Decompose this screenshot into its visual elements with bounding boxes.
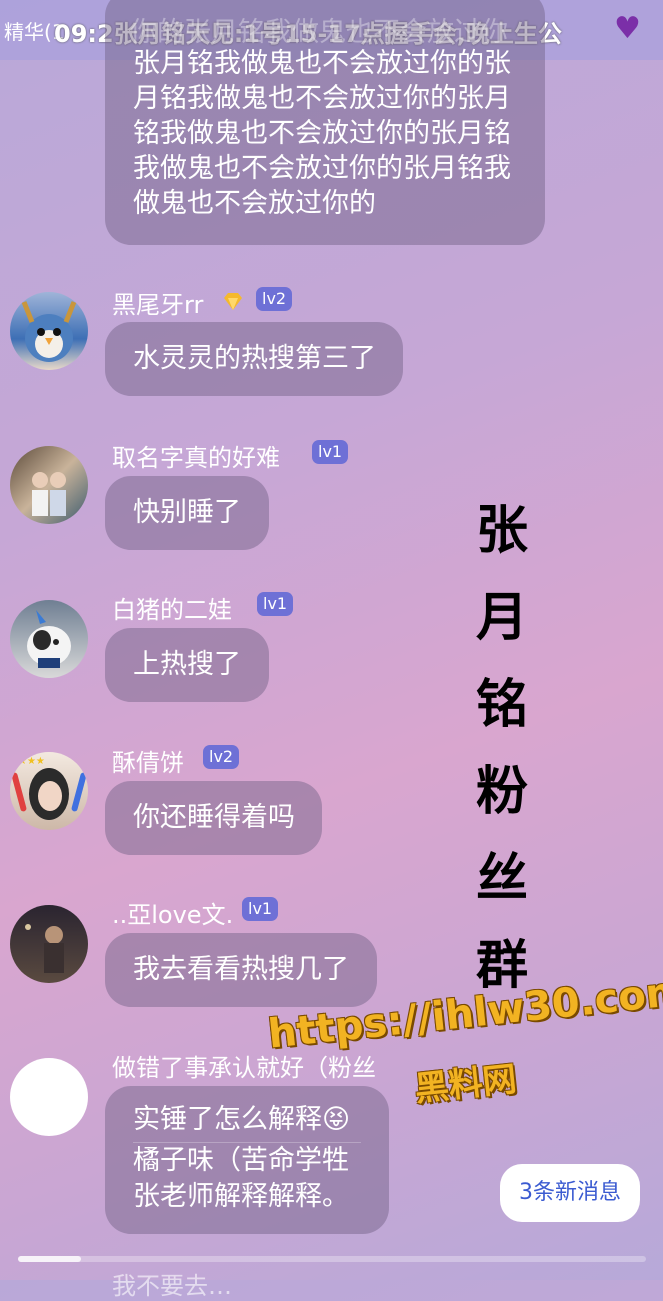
sender-name: 我不要去… bbox=[112, 1272, 232, 1300]
message-text: 快别睡了 bbox=[133, 497, 241, 528]
message-bubble[interactable]: 快别睡了 bbox=[105, 476, 269, 550]
watermark-char: 月 bbox=[475, 588, 528, 648]
avatar[interactable] bbox=[10, 446, 88, 524]
message-text: 水灵灵的热搜第三了 bbox=[133, 343, 376, 374]
vertical-watermark: 张 月 铭 粉 丝 群 bbox=[472, 488, 532, 1010]
message-bubble[interactable]: 你还睡得着吗 bbox=[105, 781, 322, 855]
quoted-text: 橘子味（苦命学牲 bbox=[133, 1142, 361, 1179]
message-line: 月铭我做鬼也不会放过你的张月 bbox=[133, 83, 511, 114]
penguin-avatar-icon bbox=[21, 301, 77, 362]
message-text: 实锤了怎么解释😝 bbox=[133, 1104, 351, 1135]
avatar[interactable] bbox=[10, 292, 88, 370]
level-badge: lv1 bbox=[242, 897, 279, 921]
message-text: 上热搜了 bbox=[133, 649, 241, 680]
watermark-char: 粉 bbox=[475, 762, 528, 822]
message-line: 做鬼也不会放过你的 bbox=[133, 188, 376, 219]
message-bubble[interactable]: 实锤了怎么解释😝 橘子味（苦命学牲 张老师解释解释。 bbox=[105, 1086, 389, 1234]
sender-name[interactable]: 做错了事承认就好（粉丝 bbox=[112, 1048, 376, 1083]
svg-text:★★★: ★★★ bbox=[18, 756, 45, 767]
level-badge: lv2 bbox=[256, 287, 293, 311]
message-line: 张月铭我做鬼也不会放过你的张 bbox=[133, 48, 511, 79]
message-bubble[interactable]: 水灵灵的热搜第三了 bbox=[105, 322, 403, 396]
sender-name[interactable]: ..亞love文. bbox=[112, 895, 233, 930]
diamond-icon bbox=[224, 293, 242, 310]
watermark-char: 丝 bbox=[475, 849, 528, 909]
message-line: 我做鬼也不会放过你的张月铭我 bbox=[133, 153, 511, 184]
avatar[interactable] bbox=[10, 905, 88, 983]
avatar[interactable] bbox=[10, 600, 88, 678]
message-text: 我去看看热搜几了 bbox=[133, 954, 349, 985]
watermark-char: 张 bbox=[475, 501, 528, 561]
sender-name[interactable]: 酥倩饼 bbox=[112, 743, 184, 778]
message-text: 你还睡得着吗 bbox=[133, 802, 295, 833]
avatar[interactable]: ★★★ bbox=[10, 752, 88, 830]
quoted-text: 张老师解释解释。 bbox=[133, 1181, 349, 1212]
level-badge: lv1 bbox=[312, 440, 349, 464]
new-messages-button[interactable]: 3条新消息 bbox=[500, 1164, 640, 1222]
site-watermark: 黑料网 bbox=[412, 1059, 519, 1110]
purple-heart-icon: ♥ bbox=[614, 11, 641, 46]
message-bubble[interactable]: 我去看看热搜几了 bbox=[105, 933, 377, 1007]
message-line: 铭我做鬼也不会放过你的张月铭 bbox=[133, 118, 511, 149]
avatar[interactable] bbox=[10, 1058, 88, 1136]
message-bubble[interactable]: 上热搜了 bbox=[105, 628, 269, 702]
sender-name[interactable]: 黑尾牙rr bbox=[112, 285, 203, 320]
sender-name[interactable]: 白猪的二娃 bbox=[112, 590, 232, 625]
scroll-progress-fill bbox=[18, 1256, 81, 1262]
photo-avatar-icon bbox=[32, 472, 66, 516]
scroll-progress bbox=[18, 1256, 646, 1262]
cat-avatar-icon bbox=[27, 610, 71, 668]
faded-message-line: 你的张月铭我做鬼也不会放过你 bbox=[130, 17, 508, 48]
watermark-char: 铭 bbox=[475, 675, 528, 735]
girl-avatar-icon: ★★★ bbox=[11, 756, 87, 820]
sender-name[interactable]: 取名字真的好难 bbox=[112, 438, 280, 473]
concert-avatar-icon bbox=[25, 924, 64, 973]
level-badge: lv2 bbox=[203, 745, 240, 769]
level-badge: lv1 bbox=[257, 592, 294, 616]
